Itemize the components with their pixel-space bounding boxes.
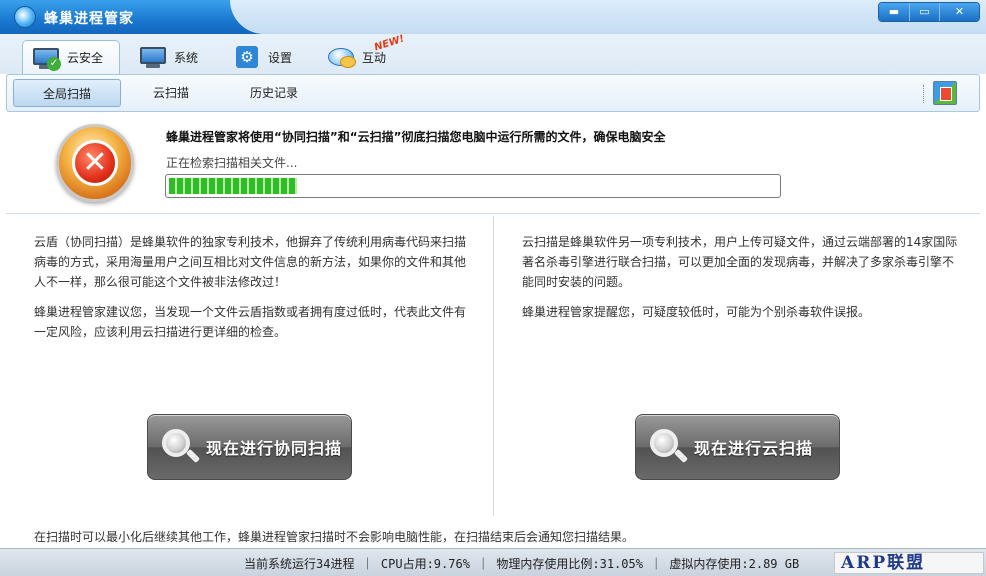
arp-union-logo: ARP联盟 [834, 552, 984, 574]
stop-scan-icon[interactable]: ✕ [56, 124, 134, 202]
main-tab-bar: ✓ 云安全 系统 ⚙ 设置 互动 [0, 34, 986, 74]
minimize-button[interactable]: ▬ [879, 3, 909, 21]
scan-progress-bar [165, 174, 781, 198]
scan-header: ✕ 蜂巢进程管家将使用“协同扫描”和“云扫描”彻底扫描您电脑中运行所需的文件，确… [6, 114, 980, 214]
subtab-history[interactable]: 历史记录 [231, 79, 317, 107]
monitor-icon [138, 44, 170, 70]
maximize-button[interactable]: ▭ [909, 3, 939, 21]
footer-note: 在扫描时可以最小化后继续其他工作，蜂巢进程管家扫描时不会影响电脑性能，在扫描结束… [34, 530, 635, 544]
window-title: 蜂巢进程管家 [44, 11, 134, 27]
magnifier-icon [160, 427, 201, 467]
tab-label: 设置 [268, 50, 293, 65]
tab-cloud-security[interactable]: ✓ 云安全 [22, 40, 120, 74]
button-label: 现在进行云扫描 [694, 439, 814, 458]
cooperative-scan-advice: 蜂巢进程管家建议您，当发现一个文件云盾指数或者拥有度过低时，代表此文件有一定风险… [34, 305, 467, 339]
scan-panels: 云盾（协同扫描）是蜂巢软件的独家专利技术，他摒弃了传统利用病毒代码来扫描病毒的方… [6, 216, 980, 522]
subtab-cloud-scan[interactable]: 云扫描 [131, 79, 211, 107]
window-controls: ▬ ▭ ✕ [878, 2, 980, 22]
tab-settings[interactable]: ⚙ 设置 [224, 40, 304, 74]
subtab-global-scan[interactable]: 全局扫描 [13, 79, 121, 107]
cloud-scan-description: 云扫描是蜂巢软件另一项专利技术，用户上传可疑文件，通过云端部署的14家国际著名杀… [522, 235, 958, 289]
toolbar-separator [923, 85, 925, 103]
chat-icon [326, 44, 358, 70]
scan-title: 蜂巢进程管家将使用“协同扫描”和“云扫描”彻底扫描您电脑中运行所需的文件，确保电… [166, 130, 666, 144]
tab-system[interactable]: 系统 [130, 40, 210, 74]
scan-status: 正在检索扫描相关文件... [166, 156, 298, 170]
panel-divider [493, 216, 494, 516]
cooperative-scan-description: 云盾（协同扫描）是蜂巢软件的独家专利技术，他摒弃了传统利用病毒代码来扫描病毒的方… [34, 235, 467, 289]
sub-tab-bar: 全局扫描 云扫描 历史记录 [6, 74, 980, 112]
cooperative-scan-button[interactable]: 现在进行协同扫描 [147, 414, 352, 480]
cloud-scan-button[interactable]: 现在进行云扫描 [635, 414, 840, 480]
settings-icon: ⚙ [232, 44, 264, 70]
title-bar[interactable]: 蜂巢进程管家 ▬ ▭ ✕ [0, 0, 986, 34]
cloud-scan-panel: 云扫描是蜂巢软件另一项专利技术，用户上传可疑文件，通过云端部署的14家国际著名杀… [522, 232, 962, 332]
tab-label: 系统 [174, 50, 199, 65]
cloud-security-monitor-icon: ✓ [31, 45, 63, 71]
tab-label: 云安全 [67, 51, 104, 65]
cloud-scan-advice: 蜂巢进程管家提醒您，可疑度较低时，可能为个别杀毒软件误报。 [522, 305, 871, 319]
scan-progress-fill [169, 178, 297, 194]
title-bar-right-panel [230, 0, 986, 34]
app-logo-icon [14, 6, 36, 28]
system-status-text: 当前系统运行34进程 ｜ CPU占用:9.76% ｜ 物理内存使用比例:31.0… [244, 557, 800, 571]
status-bar: 当前系统运行34进程 ｜ CPU占用:9.76% ｜ 物理内存使用比例:31.0… [0, 548, 986, 576]
button-label: 现在进行协同扫描 [206, 439, 343, 458]
cooperative-scan-panel: 云盾（协同扫描）是蜂巢软件的独家专利技术，他摒弃了传统利用病毒代码来扫描病毒的方… [34, 232, 474, 352]
close-button[interactable]: ✕ [939, 3, 979, 21]
windows-menu-icon[interactable] [933, 81, 957, 105]
magnifier-icon [648, 427, 689, 467]
